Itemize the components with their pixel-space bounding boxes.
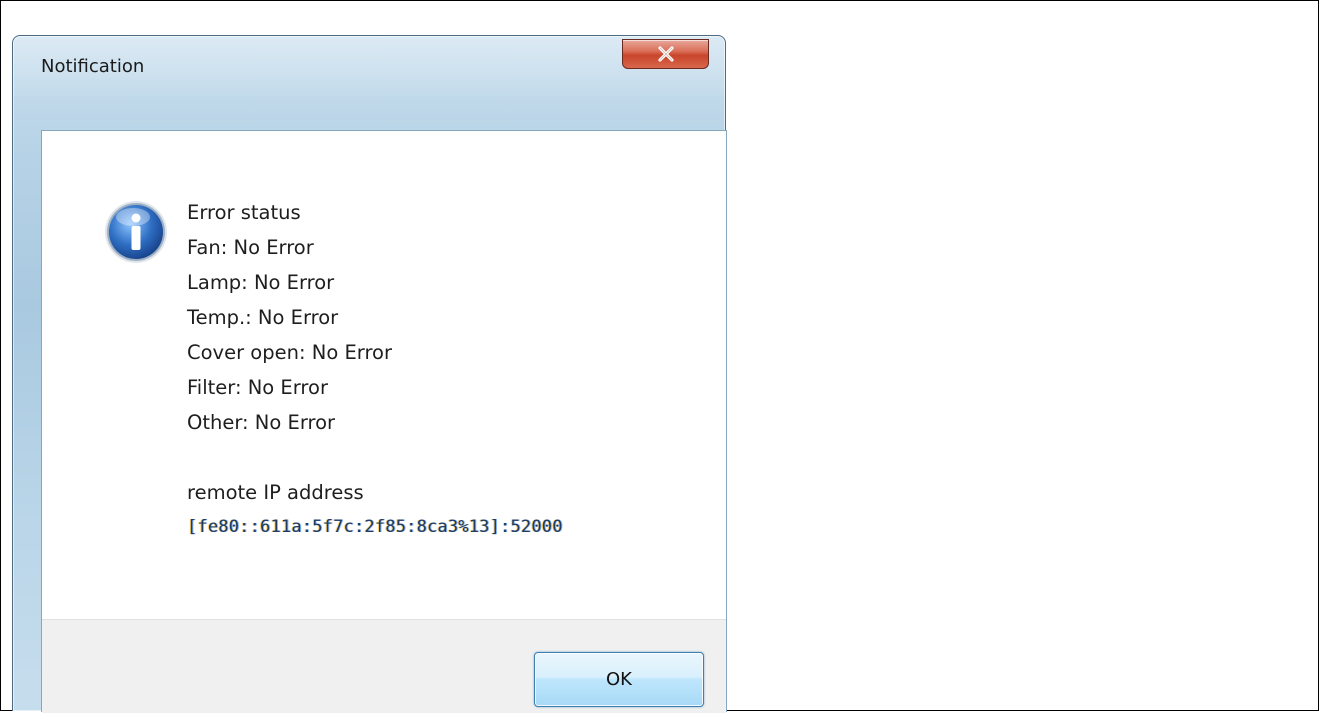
message-line: Filter: No Error [187,376,328,399]
message-text: Error status Fan: No Error Lamp: No Erro… [187,195,563,545]
dialog-body: Error status Fan: No Error Lamp: No Erro… [41,130,727,713]
notification-dialog: Notification Error status Fan: No Error … [12,35,727,713]
ok-button[interactable]: OK [534,652,704,707]
close-button[interactable] [622,39,709,69]
message-line: Fan: No Error [187,236,314,259]
message-line: Other: No Error [187,411,336,434]
button-bar: OK [42,619,726,713]
remote-ip-value: [fe80::611a:5f7c:2f85:8ca3%13]:52000 [187,517,563,537]
info-icon [105,201,167,263]
message-line: Error status [187,201,301,224]
close-icon [658,46,674,62]
dialog-title: Notification [41,56,145,77]
remote-ip-label: remote IP address [187,481,364,504]
message-line: Cover open: No Error [187,341,392,364]
message-line: Lamp: No Error [187,271,335,294]
message-line: Temp.: No Error [187,306,339,329]
